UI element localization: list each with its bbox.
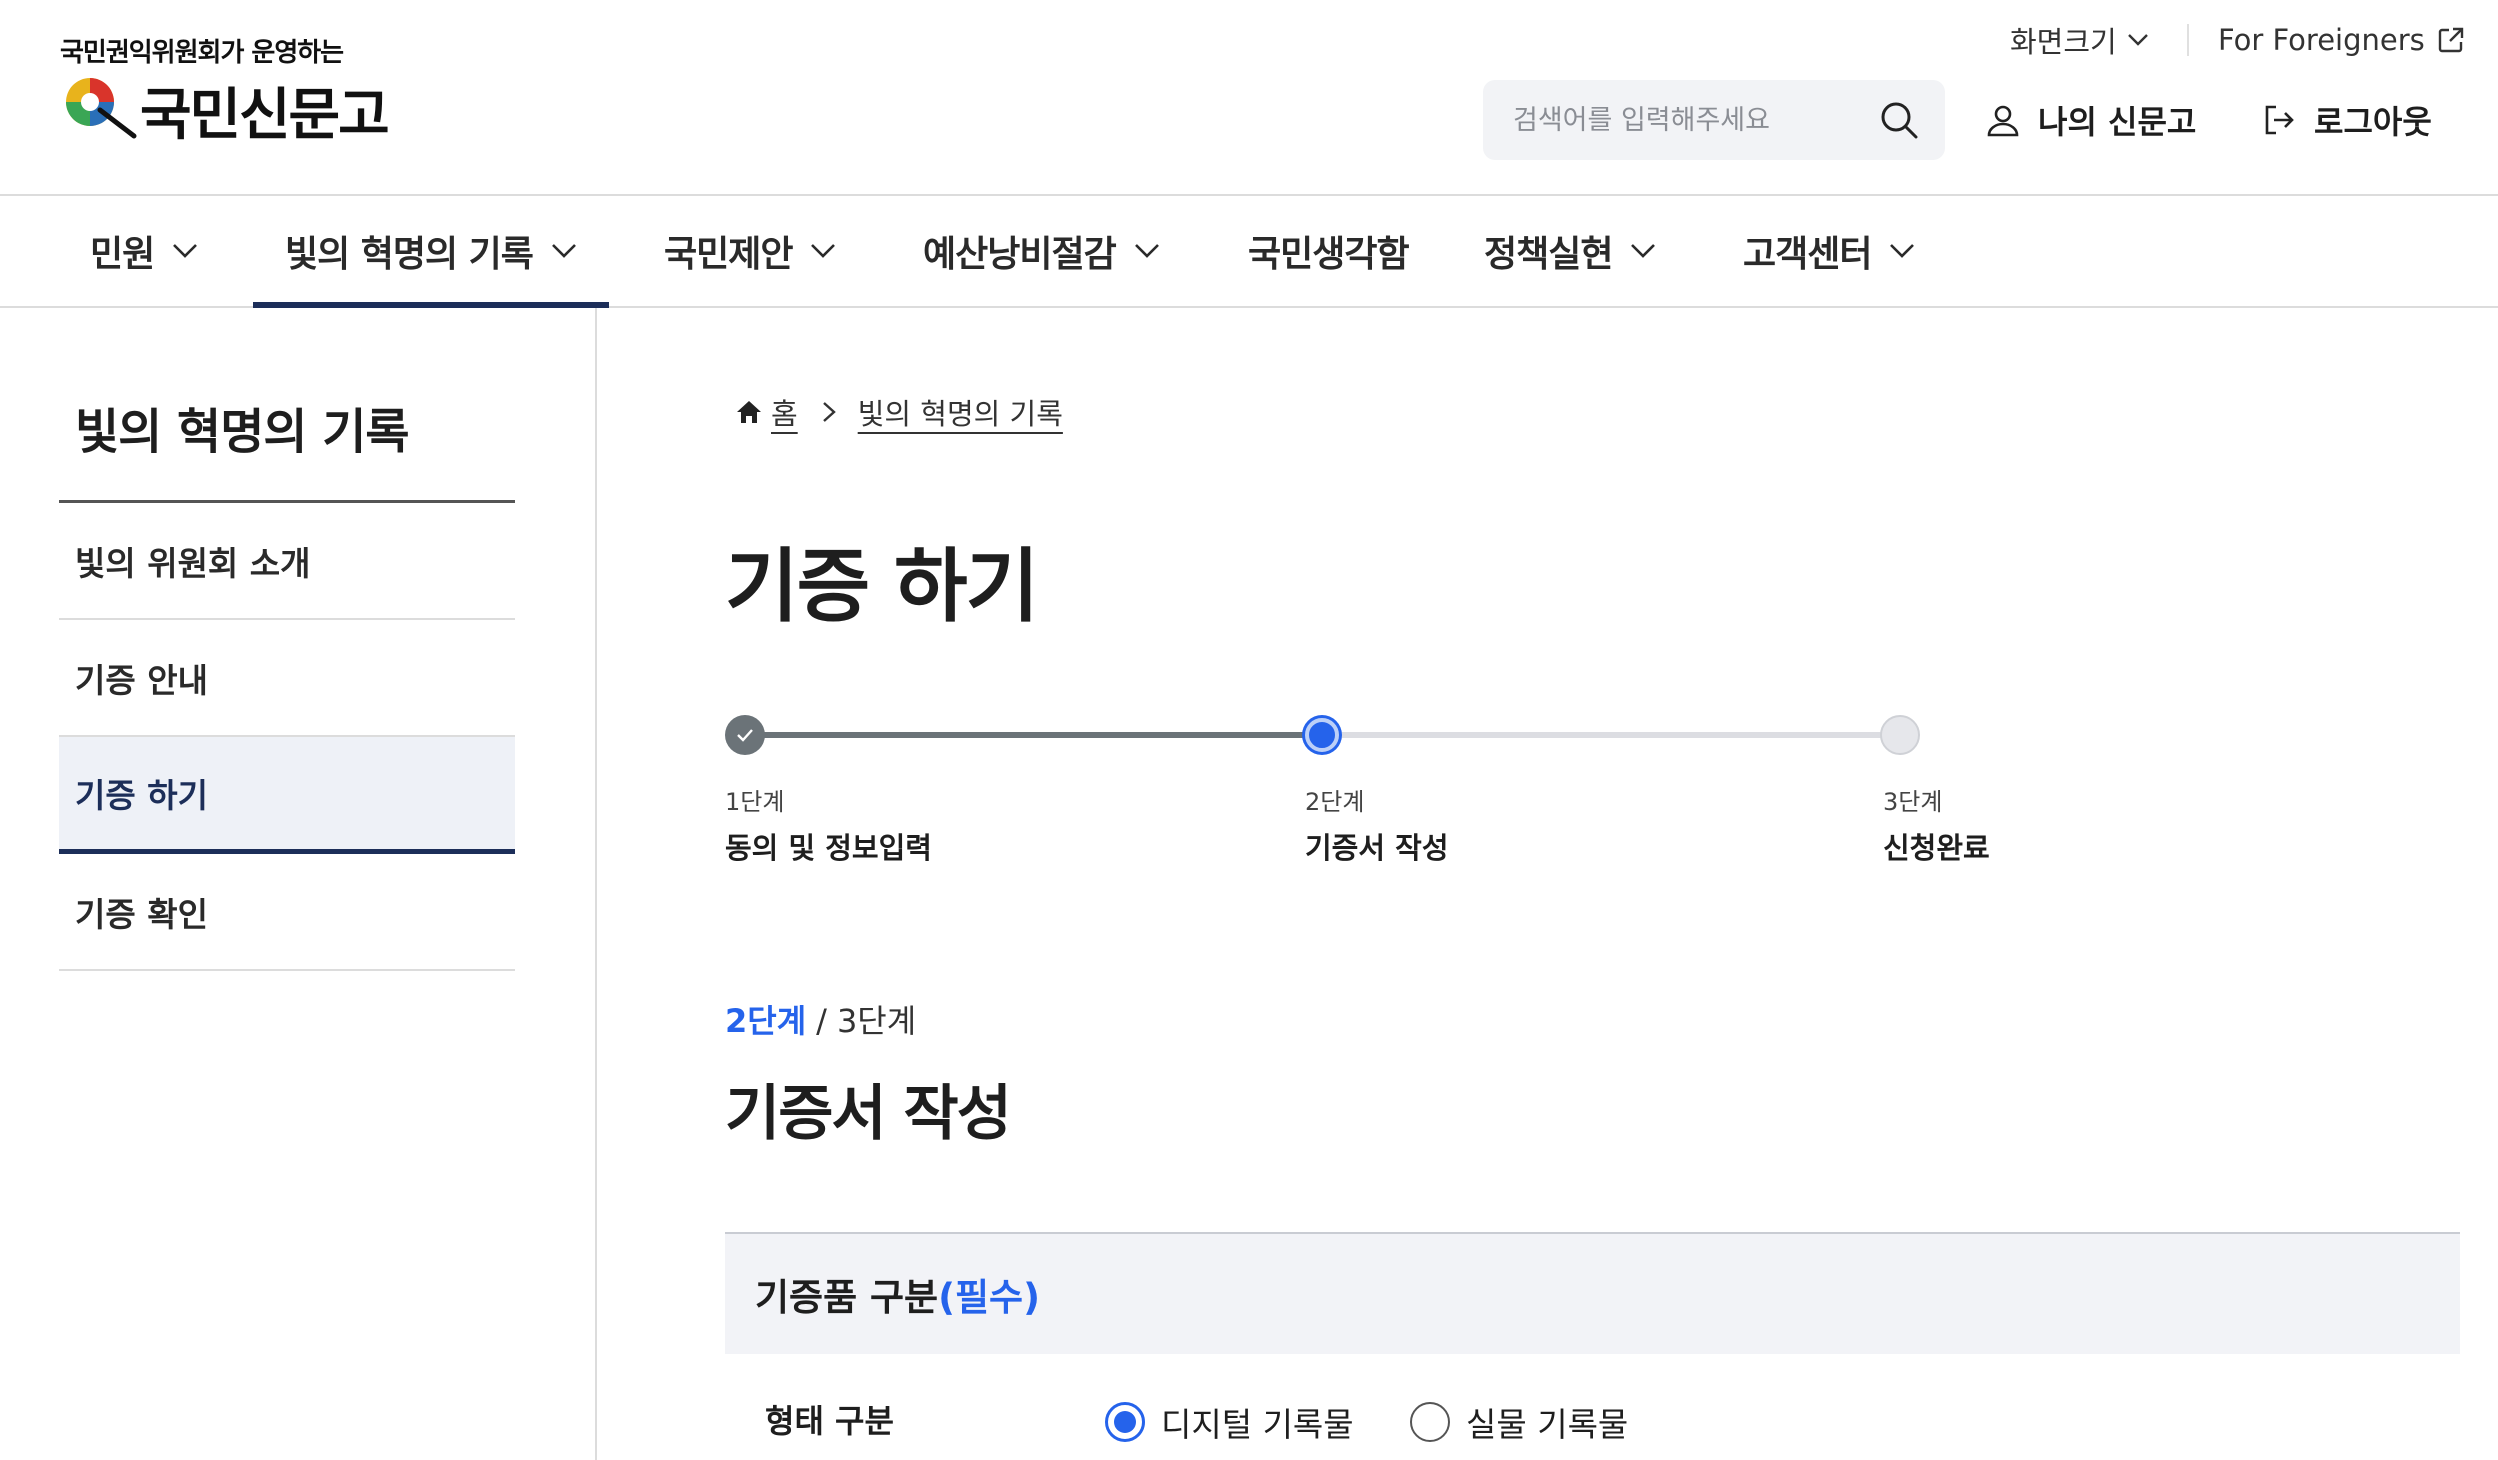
chevron-down-icon bbox=[552, 244, 576, 258]
lnb-list: 빛의 위원회 소개 기증 안내 기증 하기 기증 확인 bbox=[59, 500, 515, 971]
lnb-item-label: 기증 하기 bbox=[75, 776, 208, 815]
gnb-item-support[interactable]: 고객센터 bbox=[1743, 196, 1915, 306]
lnb-item-label: 기증 확인 bbox=[75, 894, 208, 934]
chevron-down-icon bbox=[173, 244, 198, 258]
gnb-item-minwon[interactable]: 민원 bbox=[90, 196, 198, 306]
search-input[interactable] bbox=[1513, 80, 1863, 160]
taegeuk-emblem-icon bbox=[66, 78, 137, 139]
lnb-title: 빛의 혁명의 기록 bbox=[75, 404, 410, 460]
step-2-marker bbox=[1305, 718, 1339, 752]
lnb-item-donation-guide[interactable]: 기증 안내 bbox=[59, 620, 515, 737]
required-mark: (필수) bbox=[938, 1276, 1040, 1319]
form-group-label: 기증품 구분 bbox=[755, 1276, 939, 1319]
gnb-item-label: 고객센터 bbox=[1743, 234, 1872, 275]
breadcrumb-home-link[interactable]: 홈 bbox=[771, 391, 798, 433]
gnb-item-label: 예산낭비절감 bbox=[923, 234, 1117, 275]
util-divider bbox=[2187, 24, 2189, 56]
radio-physical-record[interactable]: 실물 기록물 bbox=[1410, 1398, 1628, 1446]
radio-label: 디지털 기록물 bbox=[1161, 1405, 1354, 1444]
breadcrumb-separator bbox=[822, 401, 836, 423]
step-count-total: 3단계 bbox=[836, 1002, 917, 1040]
lnb-item-committee-intro[interactable]: 빛의 위원회 소개 bbox=[59, 503, 515, 620]
radio-label: 실물 기록물 bbox=[1466, 1405, 1629, 1444]
page: 국민권익위원회가 운영하는 국민신문고 화면크기 For Foreigners bbox=[0, 0, 2498, 1460]
step-count-current: 2단계 bbox=[725, 1002, 807, 1040]
step-name: 기증서 작성 bbox=[1305, 831, 1449, 865]
gnb-item-proposal[interactable]: 국민제안 bbox=[664, 196, 836, 306]
radio-digital-record[interactable]: 디지털 기록물 bbox=[1105, 1398, 1354, 1446]
gnb-item-opinion[interactable]: 국민생각함 bbox=[1248, 196, 1410, 306]
gnb-item-label: 국민제안 bbox=[664, 234, 793, 275]
search-button[interactable] bbox=[1879, 100, 1919, 140]
logo-name: 국민신문고 bbox=[140, 82, 390, 148]
chevron-down-icon bbox=[1134, 244, 1159, 258]
gnb-item-label: 정책실현 bbox=[1484, 234, 1613, 275]
step-1-marker bbox=[725, 715, 765, 755]
radio-button[interactable] bbox=[1410, 1402, 1450, 1442]
for-foreigners-label: For Foreigners bbox=[2218, 23, 2425, 57]
site-logo[interactable]: 국민권익위원회가 운영하는 국민신문고 bbox=[60, 32, 390, 148]
gnb-item-label: 국민생각함 bbox=[1248, 234, 1410, 275]
chevron-down-icon bbox=[1890, 244, 1915, 258]
chevron-down-icon bbox=[2127, 34, 2148, 46]
gnb-item-light-revolution[interactable]: 빛의 혁명의 기록 bbox=[253, 196, 609, 308]
screen-size-button[interactable]: 화면크기 bbox=[2010, 20, 2149, 60]
step-number: 3단계 bbox=[1883, 788, 1943, 816]
step-2-label: 2단계 기증서 작성 bbox=[1305, 782, 1449, 867]
gnb-item-policy[interactable]: 정책실현 bbox=[1484, 196, 1656, 306]
lnb-item-donate[interactable]: 기증 하기 bbox=[59, 737, 515, 854]
chevron-down-icon bbox=[1631, 244, 1656, 258]
lnb-item-donation-check[interactable]: 기증 확인 bbox=[59, 854, 515, 971]
breadcrumb-current-link[interactable]: 빛의 혁명의 기록 bbox=[858, 391, 1063, 433]
lnb-item-label: 빛의 위원회 소개 bbox=[75, 543, 311, 583]
check-icon bbox=[737, 729, 753, 742]
page-title: 기증 하기 bbox=[725, 540, 1039, 633]
screen-size-label: 화면크기 bbox=[2010, 25, 2117, 59]
gnb-item-label: 빛의 혁명의 기록 bbox=[285, 234, 534, 275]
step-3-label: 3단계 신청완료 bbox=[1883, 782, 1990, 867]
form-row-label: 형태 구분 bbox=[765, 1402, 894, 1440]
search-icon bbox=[1881, 102, 1918, 139]
chevron-down-icon bbox=[811, 244, 836, 258]
logout-icon bbox=[2265, 105, 2294, 135]
step-count-separator: / bbox=[816, 1002, 827, 1040]
lnb-divider bbox=[595, 308, 597, 1460]
site-header: 국민권익위원회가 운영하는 국민신문고 화면크기 For Foreigners bbox=[0, 0, 2498, 195]
global-nav: 민원 빛의 혁명의 기록 국민제안 예산낭비절감 국민생각함 정책실현 고객센터 bbox=[0, 194, 2498, 308]
progress-stepper: 1단계 동의 및 정보입력 2단계 기증서 작성 3단계 신청완료 bbox=[725, 710, 2025, 870]
form-group-header: 기증품 구분 (필수) bbox=[725, 1232, 2460, 1354]
home-icon bbox=[737, 401, 761, 423]
chevron-right-icon bbox=[822, 402, 836, 422]
radio-button-checked[interactable] bbox=[1105, 1402, 1145, 1442]
mypage-link[interactable]: 나의 신문고 bbox=[1986, 95, 2196, 145]
step-name: 동의 및 정보입력 bbox=[725, 831, 932, 865]
gnb-item-label: 민원 bbox=[90, 234, 155, 275]
section-title: 기증서 작성 bbox=[725, 1079, 1012, 1149]
logout-link[interactable]: 로그아웃 bbox=[2262, 95, 2432, 145]
gnb-item-budget[interactable]: 예산낭비절감 bbox=[923, 196, 1160, 306]
step-line-completed bbox=[745, 732, 1325, 738]
lnb-item-label: 기증 안내 bbox=[75, 660, 208, 700]
step-number: 2단계 bbox=[1305, 788, 1365, 816]
step-counter: 2단계/3단계 bbox=[725, 996, 916, 1042]
for-foreigners-link[interactable]: For Foreigners bbox=[2218, 20, 2465, 60]
external-link-icon bbox=[2438, 27, 2463, 53]
mypage-label: 나의 신문고 bbox=[2038, 103, 2197, 141]
step-number: 1단계 bbox=[725, 788, 785, 816]
step-1-label: 1단계 동의 및 정보입력 bbox=[725, 782, 932, 867]
user-icon bbox=[1987, 105, 2019, 137]
breadcrumb: 홈 빛의 혁명의 기록 bbox=[735, 390, 1063, 434]
search-box bbox=[1483, 80, 1945, 160]
logout-label: 로그아웃 bbox=[2314, 103, 2432, 141]
step-3-marker bbox=[1880, 715, 1920, 755]
step-name: 신청완료 bbox=[1883, 831, 1990, 865]
step-line-pending bbox=[1325, 732, 1905, 738]
logo-subtitle: 국민권익위원회가 운영하는 bbox=[60, 38, 344, 68]
